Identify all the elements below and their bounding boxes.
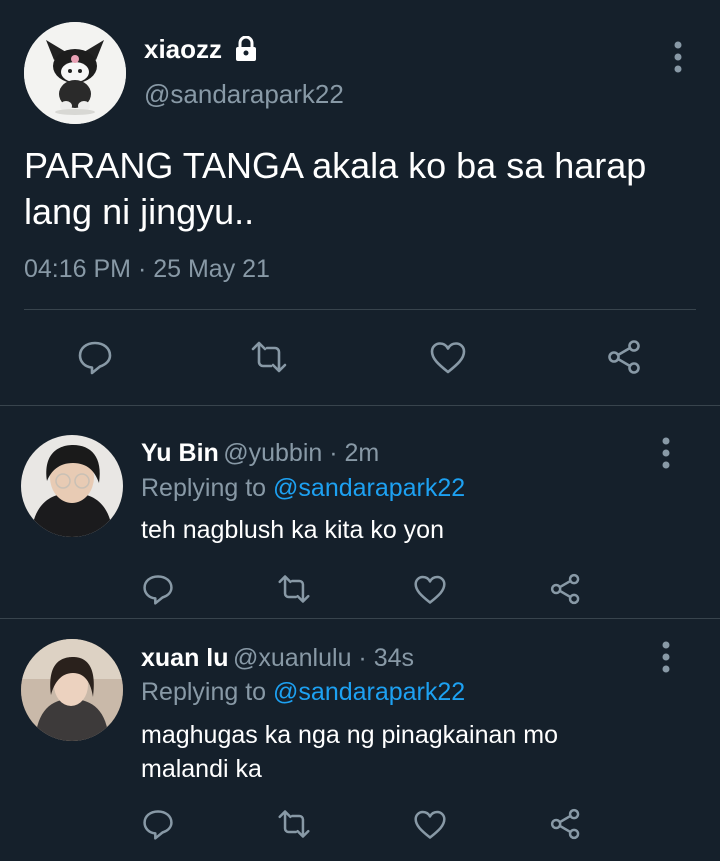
reply-text-line: teh nagblush ka kita ko yon (141, 516, 444, 544)
reply-tweet: Yu Bin @yubbin · 2m Replying to @sandara… (0, 406, 720, 618)
reply-tweet: xuan lu @xuanlulu · 34s Replying to @san… (0, 619, 720, 861)
lock-icon (236, 36, 256, 61)
reply-text-line: maghugas ka nga ng pinagkainan mo (141, 721, 558, 749)
mention-link[interactable]: @sandarapark22 (273, 678, 465, 706)
display-name[interactable]: xuan lu (141, 644, 229, 672)
reply-icon[interactable] (141, 807, 175, 841)
tweet-text-line: PARANG TANGA akala ko ba sa harap (24, 145, 647, 186)
replying-to: Replying to @sandarapark22 (141, 474, 465, 503)
heart-icon[interactable] (413, 808, 447, 842)
reply-header: Yu Bin @yubbin · 2m (141, 439, 379, 468)
mention-link[interactable]: @sandarapark22 (273, 474, 465, 502)
handle[interactable]: @sandarapark22 (144, 79, 344, 110)
handle-time[interactable]: @yubbin · 2m (223, 439, 379, 467)
reply-icon[interactable] (76, 338, 114, 376)
retweet-icon[interactable] (250, 338, 288, 376)
share-icon[interactable] (549, 572, 583, 606)
replying-label: Replying to (141, 678, 274, 706)
tweet-text-line: lang ni jingyu.. (24, 191, 255, 232)
reply-text-line: malandi ka (141, 755, 262, 783)
display-name[interactable]: Yu Bin (141, 439, 219, 467)
more-icon[interactable] (673, 40, 683, 74)
tweet-timestamp[interactable]: 04:16 PM · 25 May 21 (24, 255, 270, 284)
avatar[interactable] (21, 639, 123, 741)
divider (24, 309, 696, 310)
heart-icon[interactable] (429, 339, 467, 377)
more-icon[interactable] (661, 640, 671, 674)
reply-header: xuan lu @xuanlulu · 34s (141, 644, 414, 673)
share-icon[interactable] (606, 338, 644, 376)
replying-to: Replying to @sandarapark22 (141, 678, 465, 707)
heart-icon[interactable] (413, 573, 447, 607)
avatar[interactable] (24, 22, 126, 124)
reply-text: teh nagblush ka kita ko yon (141, 513, 681, 547)
main-tweet: xiaozz @sandarapark22 PARANG TANGA akala… (0, 0, 720, 405)
replying-label: Replying to (141, 474, 274, 502)
reply-icon[interactable] (141, 572, 175, 606)
display-name[interactable]: xiaozz (144, 34, 222, 65)
more-icon[interactable] (661, 436, 671, 470)
retweet-icon[interactable] (277, 572, 311, 606)
tweet-text: PARANG TANGA akala ko ba sa harap lang n… (24, 143, 684, 235)
reply-text: maghugas ka nga ng pinagkainan mo maland… (141, 718, 681, 786)
avatar[interactable] (21, 435, 123, 537)
retweet-icon[interactable] (277, 807, 311, 841)
handle-time[interactable]: @xuanlulu · 34s (233, 644, 414, 672)
share-icon[interactable] (549, 807, 583, 841)
